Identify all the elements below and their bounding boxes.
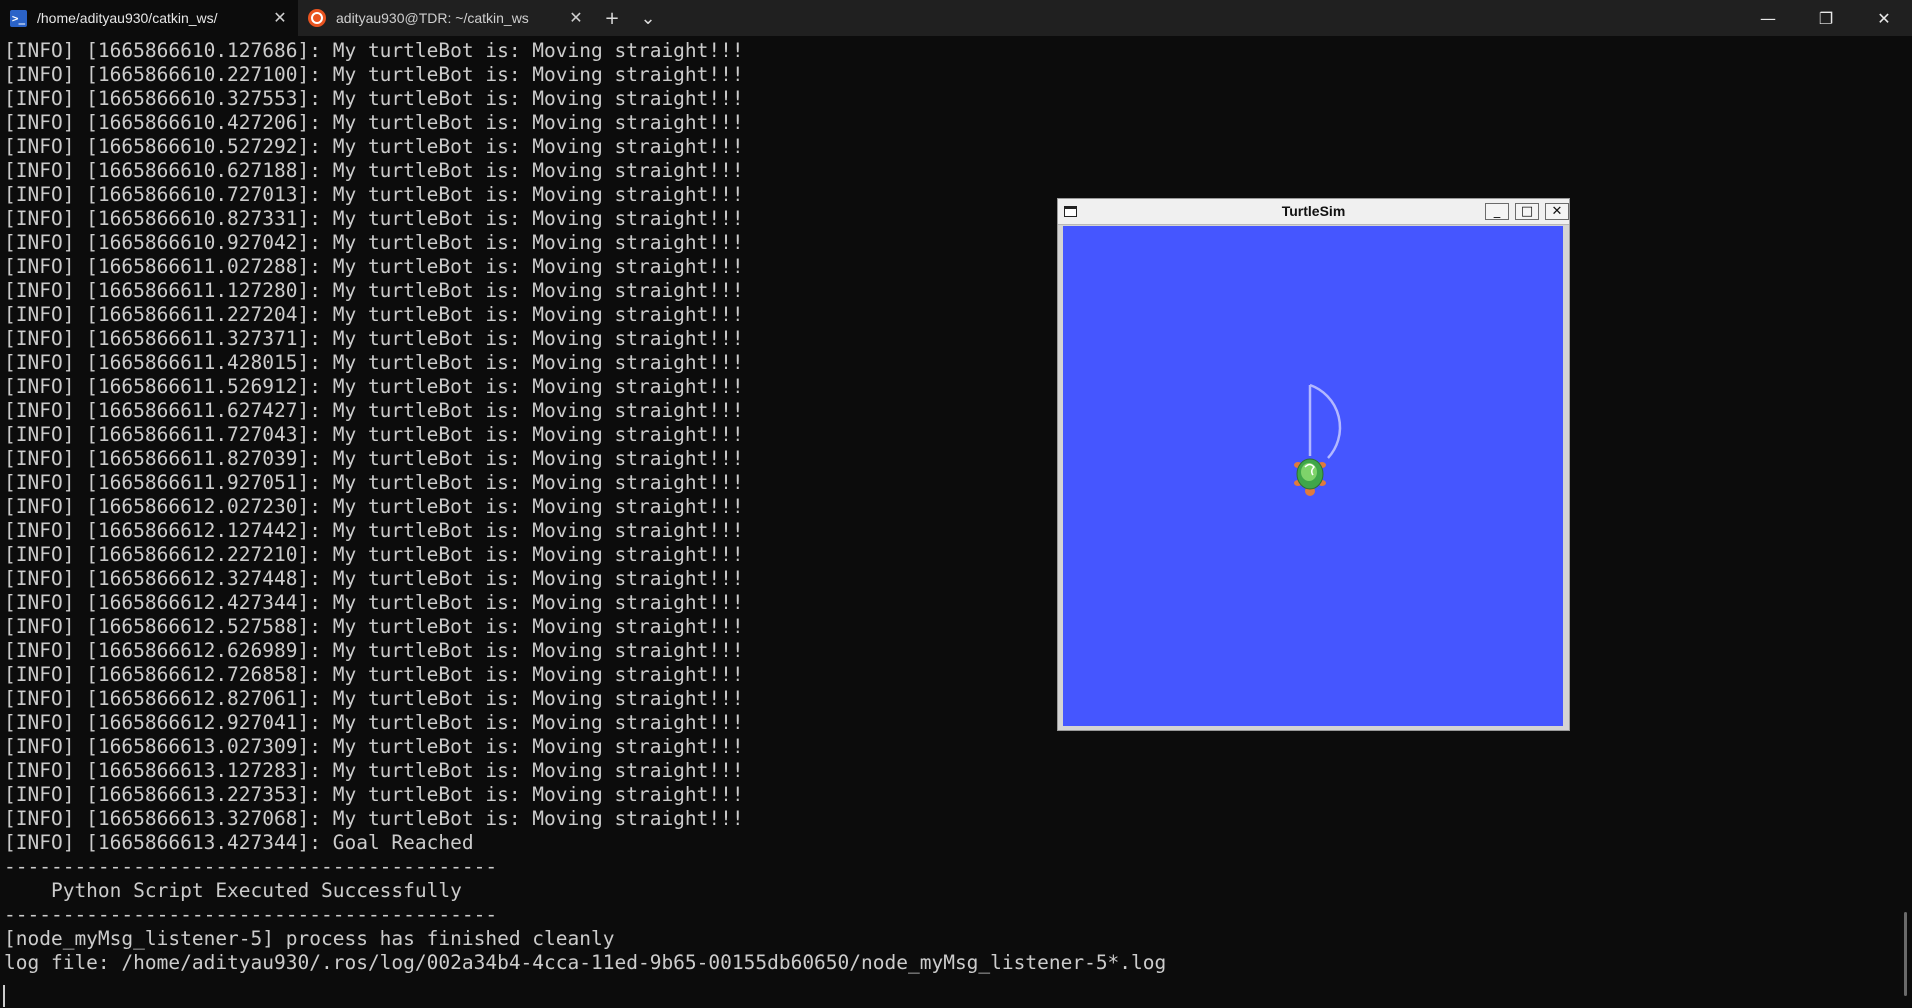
terminal-line: [INFO] [1665866612.527588]: My turtleBot…: [4, 615, 744, 638]
terminal-line: [INFO] [1665866611.127280]: My turtleBot…: [4, 279, 744, 302]
terminal-line: [INFO] [1665866612.626989]: My turtleBot…: [4, 639, 744, 662]
terminal-cursor: [3, 985, 5, 1007]
terminal-line: [INFO] [1665866611.727043]: My turtleBot…: [4, 423, 744, 446]
terminal-line: [INFO] [1665866610.427206]: My turtleBot…: [4, 111, 744, 134]
terminal-line: [INFO] [1665866610.227100]: My turtleBot…: [4, 63, 744, 86]
ubuntu-icon: [308, 9, 326, 27]
terminal-line: [INFO] [1665866610.527292]: My turtleBot…: [4, 135, 744, 158]
terminal-line: log file: /home/adityau930/.ros/log/002a…: [4, 951, 1167, 974]
terminal-line: [INFO] [1665866613.127283]: My turtleBot…: [4, 759, 744, 782]
tab-powershell[interactable]: >_ /home/adityau930/catkin_ws/ ✕: [0, 0, 298, 36]
tab-close-icon[interactable]: ✕: [568, 8, 584, 28]
new-tab-button[interactable]: +: [594, 0, 630, 36]
turtlesim-titlebar[interactable]: TurtleSim _ □ ✕: [1058, 199, 1569, 225]
window-close-button[interactable]: ✕: [1855, 0, 1912, 36]
terminal-line: [INFO] [1665866611.428015]: My turtleBot…: [4, 351, 744, 374]
tab-title: adityau930@TDR: ~/catkin_ws: [336, 10, 529, 26]
terminal-line: [INFO] [1665866613.327068]: My turtleBot…: [4, 807, 744, 830]
terminal-line: [INFO] [1665866611.227204]: My turtleBot…: [4, 303, 744, 326]
powershell-icon: >_: [10, 9, 27, 27]
terminal-line: ----------------------------------------…: [4, 855, 498, 878]
turtlesim-canvas: [1063, 226, 1563, 726]
terminal-line: [INFO] [1665866610.827331]: My turtleBot…: [4, 207, 744, 230]
turtle-icon: [1294, 458, 1326, 496]
tab-ubuntu[interactable]: adityau930@TDR: ~/catkin_ws ✕: [298, 0, 594, 36]
terminal-line: [INFO] [1665866612.427344]: My turtleBot…: [4, 591, 744, 614]
tab-title: /home/adityau930/catkin_ws/: [37, 10, 218, 26]
terminal-line: [INFO] [1665866610.627188]: My turtleBot…: [4, 159, 744, 182]
terminal-line: [INFO] [1665866613.427344]: Goal Reached: [4, 831, 474, 854]
terminal-line: [INFO] [1665866611.927051]: My turtleBot…: [4, 471, 744, 494]
terminal-line: [node_myMsg_listener-5] process has fini…: [4, 927, 615, 950]
turtlesim-maximize-button[interactable]: □: [1515, 203, 1539, 220]
terminal-line: [INFO] [1665866610.727013]: My turtleBot…: [4, 183, 744, 206]
terminal-line: ----------------------------------------…: [4, 903, 498, 926]
terminal-line: [INFO] [1665866610.327553]: My turtleBot…: [4, 87, 744, 110]
turtlesim-drawing: [1294, 383, 1342, 496]
terminal-line: [INFO] [1665866613.227353]: My turtleBot…: [4, 783, 744, 806]
terminal-scrollbar[interactable]: [1904, 912, 1907, 996]
window-minimize-button[interactable]: —: [1739, 0, 1797, 36]
terminal-line: [INFO] [1665866612.027230]: My turtleBot…: [4, 495, 744, 518]
terminal-line: Python Script Executed Successfully: [4, 879, 462, 902]
terminal-line: [INFO] [1665866610.127686]: My turtleBot…: [4, 39, 744, 62]
tab-close-icon[interactable]: ✕: [272, 8, 288, 28]
terminal-output[interactable]: [INFO] [1665866610.127686]: My turtleBot…: [4, 39, 1884, 975]
terminal-line: [INFO] [1665866611.627427]: My turtleBot…: [4, 399, 744, 422]
terminal-line: [INFO] [1665866611.526912]: My turtleBot…: [4, 375, 744, 398]
terminal-line: [INFO] [1665866611.827039]: My turtleBot…: [4, 447, 744, 470]
turtlesim-window[interactable]: TurtleSim _ □ ✕: [1057, 198, 1570, 731]
tab-bar: >_ /home/adityau930/catkin_ws/ ✕ adityau…: [0, 0, 1912, 36]
terminal-line: [INFO] [1665866610.927042]: My turtleBot…: [4, 231, 744, 254]
pen-trail: [1309, 383, 1342, 459]
terminal-line: [INFO] [1665866612.327448]: My turtleBot…: [4, 567, 744, 590]
terminal-line: [INFO] [1665866613.027309]: My turtleBot…: [4, 735, 744, 758]
terminal-line: [INFO] [1665866612.927041]: My turtleBot…: [4, 711, 744, 734]
turtlesim-close-button[interactable]: ✕: [1545, 203, 1569, 220]
tab-dropdown-icon[interactable]: ⌄: [630, 0, 666, 36]
terminal-line: [INFO] [1665866611.027288]: My turtleBot…: [4, 255, 744, 278]
turtlesim-minimize-button[interactable]: _: [1485, 203, 1509, 220]
window-restore-button[interactable]: ❐: [1797, 0, 1855, 36]
terminal-line: [INFO] [1665866611.327371]: My turtleBot…: [4, 327, 744, 350]
terminal-line: [INFO] [1665866612.827061]: My turtleBot…: [4, 687, 744, 710]
terminal-line: [INFO] [1665866612.127442]: My turtleBot…: [4, 519, 744, 542]
terminal-line: [INFO] [1665866612.227210]: My turtleBot…: [4, 543, 744, 566]
terminal-line: [INFO] [1665866612.726858]: My turtleBot…: [4, 663, 744, 686]
